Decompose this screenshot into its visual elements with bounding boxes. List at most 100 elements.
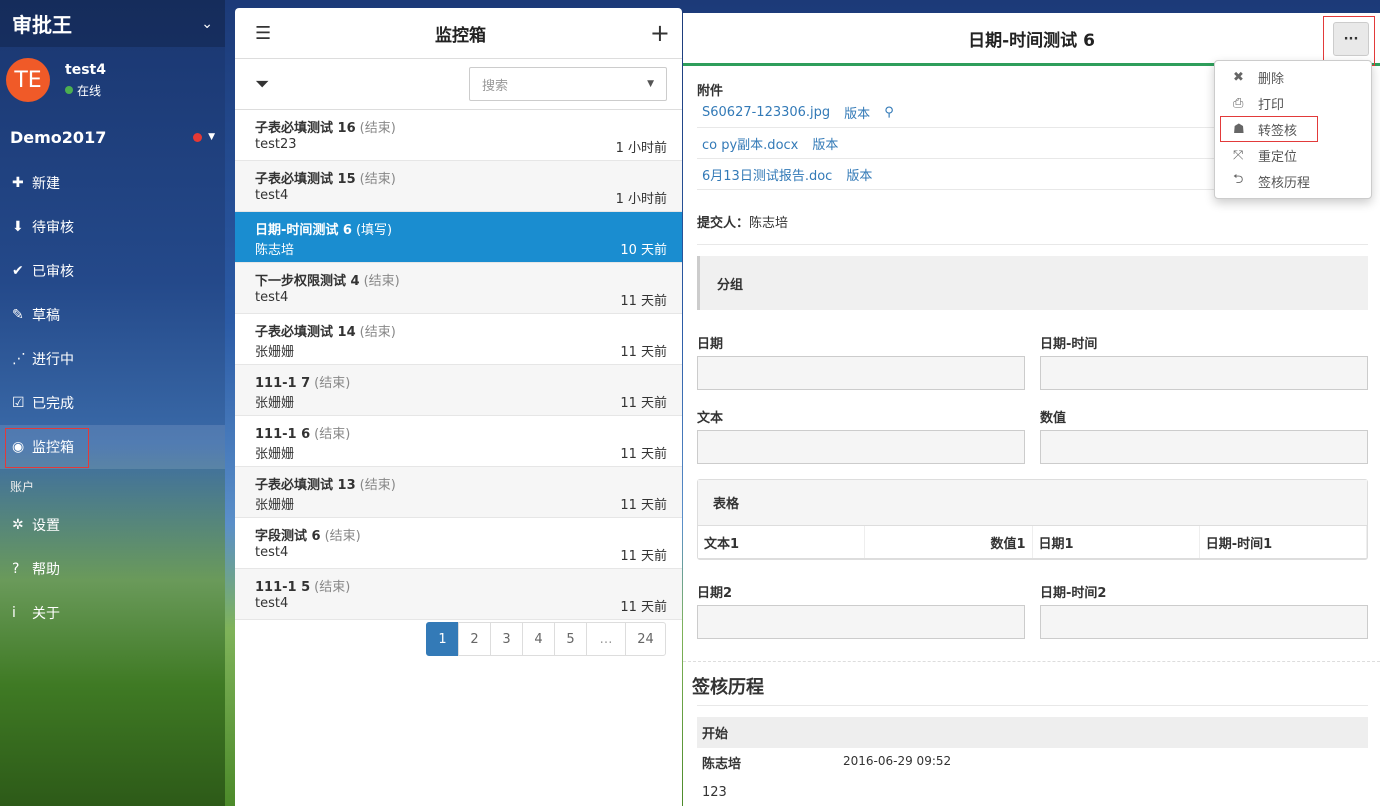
attachment-link[interactable]: S60627-123306.jpg [702, 105, 830, 120]
list-item-meta: 张姗姗 11 天前 [255, 341, 667, 360]
menu-item-label: 打印 [1258, 97, 1285, 113]
sidebar-item-label: 已审核 [32, 264, 74, 280]
attachment-link[interactable]: co py副本.docx [702, 134, 798, 153]
inbox-icon: ⬇ [12, 219, 24, 235]
list-item-title: 子表必填测试 16 [255, 121, 356, 136]
list-item-title: 日期-时间测试 6 [255, 223, 352, 238]
info-icon: i [12, 605, 16, 621]
account-item-0[interactable]: ✲ 设置 [0, 503, 225, 547]
list-item[interactable]: 日期-时间测试 6 (填写) 陈志培 10 天前 [235, 212, 682, 263]
page-button[interactable]: 1 [426, 622, 459, 656]
list-item[interactable]: 子表必填测试 13 (结束) 张姗姗 11 天前 [235, 467, 682, 518]
page-button[interactable]: … [586, 622, 626, 656]
list-item[interactable]: 子表必填测试 15 (结束) test4 1 小时前 [235, 161, 682, 212]
org-selector[interactable]: Demo2017 ▼ [0, 113, 225, 161]
menu-item-label: 签核历程 [1258, 175, 1311, 191]
field-date2-input[interactable] [697, 605, 1025, 639]
sidebar-item-3[interactable]: ✎ 草稿 [0, 293, 225, 337]
page-button[interactable]: 2 [458, 622, 491, 656]
sidebar-menu: ✚ 新建 ⬇ 待审核 ✔ 已审核 ✎ 草稿 ⋰ 进行中 ☑ 已完成 ◉ 监控箱 [0, 161, 225, 469]
subtable: 表格 文本1 数值1 日期1 日期-时间1 [697, 479, 1368, 560]
menu-item-delete[interactable]: ✖ 删除 [1215, 64, 1371, 90]
checkbox-icon: ☑ [12, 395, 25, 411]
list-item-time: 11 天前 [620, 549, 667, 564]
list-item-time: 11 天前 [620, 600, 667, 615]
subtable-col: 数值1 [865, 526, 1033, 558]
field-datetime2-input[interactable] [1040, 605, 1368, 639]
user-name: test4 [65, 61, 106, 78]
detail-header: 日期-时间测试 6 [683, 13, 1380, 66]
sidebar-item-2[interactable]: ✔ 已审核 [0, 249, 225, 293]
sidebar-item-4[interactable]: ⋰ 进行中 [0, 337, 225, 381]
user-status: 在线 [65, 82, 106, 99]
attachment-version-link[interactable]: 版本 [844, 103, 870, 122]
list-item[interactable]: 111-1 7 (结束) 张姗姗 11 天前 [235, 365, 682, 416]
sidebar-item-1[interactable]: ⬇ 待审核 [0, 205, 225, 249]
chevron-down-icon[interactable]: ⌄ [201, 16, 213, 32]
list-item-meta: test23 1 小时前 [255, 137, 667, 156]
list-item-title: 111-1 6 [255, 427, 311, 442]
online-dot-icon [65, 86, 73, 94]
sidebar-item-6[interactable]: ◉ 监控箱 [0, 425, 225, 469]
field-text-input[interactable] [697, 430, 1025, 464]
list-item-title: 子表必填测试 13 [255, 478, 356, 493]
menu-item-print[interactable]: ⎙ 打印 [1215, 90, 1371, 116]
field-number-input[interactable] [1040, 430, 1368, 464]
divider [697, 244, 1368, 245]
avatar[interactable]: TE [6, 58, 50, 102]
history-icon: ⮌ [1233, 172, 1244, 187]
add-button[interactable]: + [650, 19, 670, 47]
hamburger-icon[interactable]: ☰ [255, 23, 271, 44]
attachment-version-link[interactable]: 版本 [846, 165, 872, 184]
sidebar-item-label: 待审核 [32, 220, 74, 236]
user-status-label: 在线 [77, 83, 102, 98]
list-item[interactable]: 子表必填测试 16 (结束) test23 1 小时前 [235, 110, 682, 161]
subtable-col: 日期1 [1033, 526, 1200, 558]
list-item-title: 字段测试 6 [255, 529, 321, 544]
page-button[interactable]: 3 [490, 622, 523, 656]
page-button[interactable]: 24 [625, 622, 666, 656]
field-datetime-label: 日期-时间 [1040, 337, 1098, 352]
list-item-time: 1 小时前 [615, 141, 667, 156]
filter-icon[interactable]: ⏷ [255, 74, 269, 95]
zoom-icon[interactable]: ⚲ [884, 105, 894, 120]
transfer-user-icon: ☗ [1233, 121, 1245, 137]
more-button[interactable]: ··· [1333, 22, 1369, 56]
menu-item-relocate[interactable]: ⤧ 重定位 [1215, 142, 1371, 168]
list-item[interactable]: 111-1 6 (结束) 张姗姗 11 天前 [235, 416, 682, 467]
list-item-status: (结束) [314, 580, 351, 595]
plus-icon: ✚ [12, 175, 24, 191]
list-item-title: 子表必填测试 14 [255, 325, 356, 340]
caret-down-icon: ▼ [208, 132, 215, 142]
list-item-meta: 张姗姗 11 天前 [255, 494, 667, 513]
page-button[interactable]: 4 [522, 622, 555, 656]
sidebar-item-0[interactable]: ✚ 新建 [0, 161, 225, 205]
field-datetime-input[interactable] [1040, 356, 1368, 390]
field-date-input[interactable] [697, 356, 1025, 390]
menu-item-history[interactable]: ⮌ 签核历程 [1215, 168, 1371, 194]
list-item[interactable]: 子表必填测试 14 (结束) 张姗姗 11 天前 [235, 314, 682, 365]
list-item-user: 张姗姗 [255, 447, 295, 462]
list-item-status: (结束) [324, 529, 361, 544]
edit-icon: ✎ [12, 307, 24, 323]
app-title: 审批王 [12, 13, 72, 37]
menu-item-transfer-user[interactable]: ☗ 转签核 [1220, 116, 1318, 142]
search-input[interactable]: 搜索 ▼ [469, 67, 667, 101]
list-item-title-line: 子表必填测试 15 (结束) [255, 168, 667, 188]
account-item-label: 帮助 [32, 562, 60, 578]
list-toolbar: ⏷ 搜索 ▼ [235, 59, 682, 110]
history-date: 2016-06-29 09:52 [843, 754, 952, 768]
list-header: ☰ 监控箱 + [235, 8, 682, 59]
account-item-1[interactable]: ? 帮助 [0, 547, 225, 591]
list-item[interactable]: 字段测试 6 (结束) test4 11 天前 [235, 518, 682, 569]
attachment-link[interactable]: 6月13日测试报告.doc [702, 165, 832, 184]
account-item-label: 关于 [32, 606, 60, 622]
attachment-version-link[interactable]: 版本 [812, 134, 838, 153]
sidebar-item-label: 已完成 [32, 396, 74, 412]
list-item[interactable]: 111-1 5 (结束) test4 11 天前 [235, 569, 682, 620]
account-item-2[interactable]: i 关于 [0, 591, 225, 635]
subtable-title: 表格 [698, 480, 1367, 526]
list-item[interactable]: 下一步权限测试 4 (结束) test4 11 天前 [235, 263, 682, 314]
page-button[interactable]: 5 [554, 622, 587, 656]
sidebar-item-5[interactable]: ☑ 已完成 [0, 381, 225, 425]
